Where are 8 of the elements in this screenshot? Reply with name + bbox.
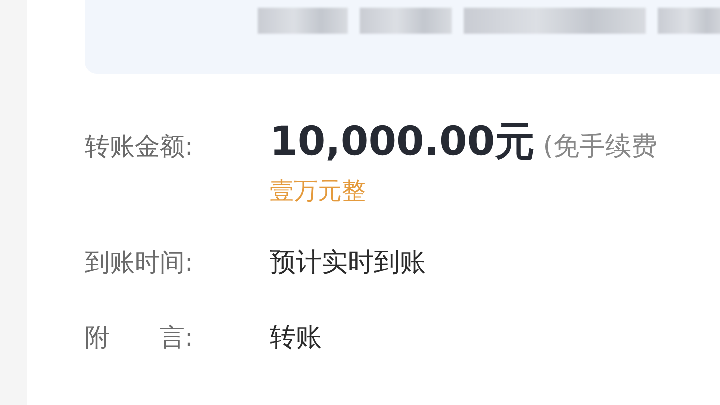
field-value: 转账 [270, 322, 322, 355]
field-label: 转账金额: [85, 131, 194, 163]
amount-in-words: 壹万元整 [270, 177, 366, 205]
field-label: 到账时间: [85, 247, 194, 279]
field-label: 附 言: [85, 322, 194, 354]
field-value: 预计实时到账 [270, 247, 426, 280]
fee-note: (免手续费 [543, 131, 658, 164]
amount-value: 10,000.00元 [270, 118, 536, 167]
